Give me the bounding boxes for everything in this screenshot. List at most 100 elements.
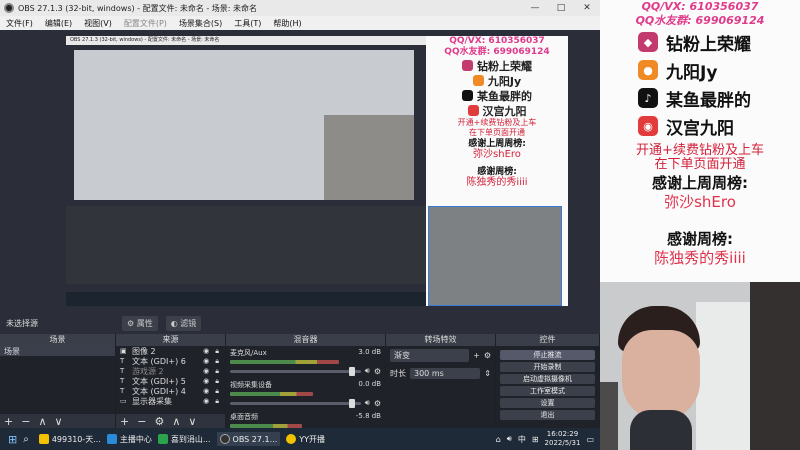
eye-icon[interactable]: ◉ bbox=[203, 377, 209, 386]
huya-icon bbox=[472, 75, 484, 86]
mixer-track: 视频采集设备 0.0 dB 🔊︎ ⚙ bbox=[226, 378, 385, 410]
volume-slider[interactable] bbox=[230, 398, 361, 408]
search-icon[interactable]: ⌕ bbox=[23, 434, 29, 445]
taskbar-app[interactable]: 喜到涓山... bbox=[157, 434, 211, 445]
scene-down-button[interactable]: ∨ bbox=[55, 415, 63, 428]
lock-icon[interactable]: 🔒︎ bbox=[215, 367, 219, 376]
add-transition-button[interactable]: + bbox=[473, 351, 480, 360]
transition-select[interactable]: 渐变 bbox=[390, 349, 470, 362]
source-item[interactable]: T 游戏源 2 ◉ 🔒︎ bbox=[116, 366, 225, 376]
nested-title: OBS 27.1.3 (32-bit, windows) - 配置文件: 未命名… bbox=[66, 36, 426, 45]
add-scene-button[interactable]: + bbox=[4, 415, 13, 428]
track-db: 0.0 dB bbox=[358, 380, 381, 388]
volume-slider[interactable] bbox=[230, 366, 361, 376]
menu-tools[interactable]: 工具(T) bbox=[228, 18, 267, 29]
track-db: 3.0 dB bbox=[358, 348, 381, 356]
remove-scene-button[interactable]: − bbox=[21, 415, 30, 428]
slider-knob[interactable] bbox=[348, 366, 355, 376]
qq-group: QQ水友群: 699069124 bbox=[635, 14, 765, 27]
obs-window: OBS 27.1.3 (32-bit, windows) - 配置文件: 未命名… bbox=[0, 0, 600, 428]
taskbar-app[interactable]: OBS 27.1... bbox=[216, 432, 281, 446]
selected-camera-source[interactable] bbox=[428, 206, 562, 306]
track-db: -5.8 dB bbox=[355, 412, 381, 420]
source-item[interactable]: T 文本 (GDI+) 5 ◉ 🔒︎ bbox=[116, 376, 225, 386]
info-row: 汉宫九阳 bbox=[426, 103, 568, 118]
volume-meter bbox=[230, 360, 339, 364]
eye-icon[interactable]: ◉ bbox=[203, 357, 209, 366]
stream-info-overlay: QQ/VX: 610356037 QQ水友群: 699069124 ◆ 钻粉上荣耀… bbox=[600, 0, 800, 450]
gear-icon[interactable]: ⚙ bbox=[374, 367, 381, 376]
source-down-button[interactable]: ∨ bbox=[188, 415, 196, 428]
nested-preview bbox=[74, 50, 414, 200]
preview-area[interactable]: OBS 27.1.3 (32-bit, windows) - 配置文件: 未命名… bbox=[0, 30, 600, 312]
network-icon[interactable]: ⌂ bbox=[496, 435, 501, 444]
duration-label: 时长 bbox=[390, 369, 406, 378]
lock-icon[interactable]: 🔒︎ bbox=[215, 377, 219, 386]
eye-icon[interactable]: ◉ bbox=[203, 387, 209, 396]
system-tray: ⌂ 🔊︎ 中 ⊞ 16:02:29 2022/5/31 ▭ bbox=[496, 430, 600, 448]
speaker-icon[interactable]: 🔊︎ bbox=[365, 398, 370, 408]
lock-icon[interactable]: 🔒︎ bbox=[215, 387, 219, 396]
source-up-button[interactable]: ∧ bbox=[172, 415, 180, 428]
remove-source-button[interactable]: − bbox=[137, 415, 146, 428]
start-recording-button[interactable]: 开始录制 bbox=[500, 362, 595, 372]
qq-group: QQ水友群: 699069124 bbox=[444, 47, 550, 57]
source-settings-button[interactable]: ⚙ bbox=[154, 415, 164, 428]
transition-settings-icon[interactable]: ⚙ bbox=[484, 351, 491, 360]
start-button[interactable]: ⊞ bbox=[8, 433, 17, 446]
sources-dock: 来源 ▣ 图像 2 ◉ 🔒︎ T 文本 (GDI+) 6 ◉ 🔒︎ T 游戏源 2 ◉ 🔒︎ T文… bbox=[116, 334, 226, 428]
lock-icon[interactable]: 🔒︎ bbox=[215, 347, 219, 356]
transitions-header: 转场特效 bbox=[386, 334, 495, 346]
lock-icon[interactable]: 🔒︎ bbox=[215, 397, 219, 406]
duration-field[interactable]: 300 ms bbox=[410, 368, 481, 379]
start-virtual-camera-button[interactable]: 启动虚拟摄像机 bbox=[500, 374, 595, 384]
source-item[interactable]: T 文本 (GDI+) 6 ◉ 🔒︎ bbox=[116, 356, 225, 366]
filters-button[interactable]: ◐ 滤镜 bbox=[165, 315, 202, 331]
ime-indicator[interactable]: 中 bbox=[518, 434, 526, 445]
slider-knob[interactable] bbox=[348, 398, 355, 408]
eye-icon[interactable]: ◉ bbox=[203, 367, 209, 376]
promo-line-1: 开通+续费钻粉及上车 bbox=[636, 143, 764, 158]
notification-icon[interactable]: ▭ bbox=[586, 435, 594, 444]
input-mode-icon[interactable]: ⊞ bbox=[532, 435, 539, 444]
properties-button[interactable]: ⚙ 属性 bbox=[122, 315, 158, 331]
diamond-fan-icon: ◆ bbox=[638, 32, 658, 52]
studio-mode-button[interactable]: 工作室模式 bbox=[500, 386, 595, 396]
lock-icon[interactable]: 🔒︎ bbox=[215, 357, 219, 366]
source-item[interactable]: T 文本 (GDI+) 4 ◉ 🔒︎ bbox=[116, 386, 225, 396]
exit-button[interactable]: 退出 bbox=[500, 410, 595, 420]
source-item[interactable]: ▣ 图像 2 ◉ 🔒︎ bbox=[116, 346, 225, 356]
add-source-button[interactable]: + bbox=[120, 415, 129, 428]
menu-scene-collection[interactable]: 场景集合(S) bbox=[173, 18, 228, 29]
gear-icon[interactable]: ⚙ bbox=[374, 399, 381, 408]
duration-stepper-icon[interactable]: ⇕ bbox=[484, 369, 491, 378]
menu-file[interactable]: 文件(F) bbox=[0, 18, 39, 29]
menu-view[interactable]: 视图(V) bbox=[78, 18, 118, 29]
scene-up-button[interactable]: ∧ bbox=[38, 415, 46, 428]
eye-icon[interactable]: ◉ bbox=[203, 397, 209, 406]
taskbar-app[interactable]: 499310-天... bbox=[38, 434, 101, 445]
minimize-button[interactable]: — bbox=[522, 3, 548, 13]
eye-icon[interactable]: ◉ bbox=[203, 347, 209, 356]
settings-button[interactable]: 设置 bbox=[500, 398, 595, 408]
clock[interactable]: 16:02:29 2022/5/31 bbox=[545, 430, 581, 448]
source-item[interactable]: ▭ 显示器采集 ◉ 🔒︎ bbox=[116, 396, 225, 406]
menu-edit[interactable]: 编辑(E) bbox=[39, 18, 78, 29]
close-button[interactable]: ✕ bbox=[574, 3, 600, 13]
menu-help[interactable]: 帮助(H) bbox=[267, 18, 307, 29]
scene-item[interactable]: 场景 bbox=[0, 346, 115, 356]
streamer-body bbox=[630, 410, 692, 450]
controls-header: 控件 bbox=[496, 334, 599, 346]
mixer-dock: 混音器 麦克风/Aux 3.0 dB 🔊︎ ⚙ 视频采集设备 0.0 dB 🔊︎ ⚙ 桌… bbox=[226, 334, 386, 428]
week-top-name: 弥沙shEro bbox=[473, 149, 521, 160]
image-icon: ▣ bbox=[120, 347, 127, 355]
menu-profile[interactable]: 配置文件(P) bbox=[118, 18, 173, 29]
preview-canvas[interactable]: OBS 27.1.3 (32-bit, windows) - 配置文件: 未命名… bbox=[66, 36, 568, 306]
taskbar-app[interactable]: YY开播 bbox=[286, 434, 325, 445]
stop-streaming-button[interactable]: 停止推流 bbox=[500, 350, 595, 360]
speaker-icon[interactable]: 🔊︎ bbox=[365, 366, 370, 376]
volume-icon[interactable]: 🔊︎ bbox=[507, 434, 512, 444]
maximize-button[interactable]: □ bbox=[548, 3, 574, 13]
taskbar-app[interactable]: 主播中心 bbox=[106, 434, 152, 445]
track-name: 桌面音频 bbox=[230, 413, 258, 421]
